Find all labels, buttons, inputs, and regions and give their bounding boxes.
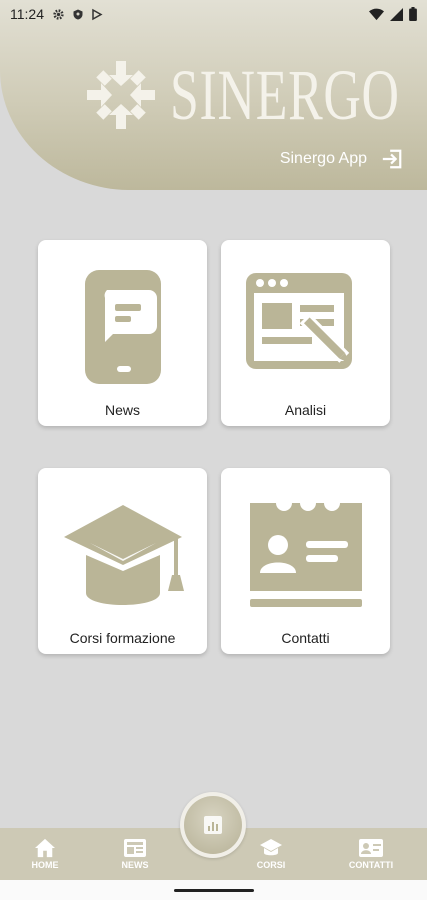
nav-home[interactable]: HOME [5,838,85,870]
gesture-bar [0,880,427,900]
nav-corsi[interactable]: CORSI [231,838,311,870]
corsi-card-label: Corsi formazione [69,630,176,646]
contatti-card[interactable]: Contatti [221,468,390,654]
phone-chat-icon [84,270,161,384]
nav-news-label: NEWS [121,860,149,870]
sinergo-app-login[interactable]: Sinergo App [280,148,403,170]
status-bar: 11:24 [0,0,427,28]
gear-icon [53,8,64,20]
wifi-icon [369,8,384,20]
sinergo-logo: SINERGO [84,58,427,132]
signal-icon [390,7,403,21]
chart-icon [204,816,222,834]
form-pencil-icon [245,273,352,369]
nav-corsi-label: CORSI [256,860,286,870]
gesture-handle[interactable] [174,889,254,892]
nav-contatti-label: CONTATTI [348,860,394,870]
news-card-label: News [104,402,140,418]
shield-icon [73,9,83,19]
corsi-formazione-card[interactable]: Corsi formazione [38,468,207,654]
analisi-card-label: Analisi [284,402,327,418]
newspaper-icon [124,839,146,857]
nav-contatti[interactable]: CONTATTI [331,838,411,870]
fab-inner [184,796,242,854]
center-fab-button[interactable] [180,792,246,858]
logo-text: SINERGO [170,55,400,135]
graduation-cap-icon [63,505,184,605]
app-label: Sinergo App [279,150,367,167]
status-time: 11:24 [10,6,44,22]
login-icon[interactable] [381,148,403,170]
contatti-card-label: Contatti [281,630,330,646]
analisi-card[interactable]: Analisi [221,240,390,426]
nav-news[interactable]: NEWS [95,838,175,870]
nav-home-label: HOME [31,860,59,870]
logo-mark-icon [87,61,155,129]
play-store-icon [92,8,103,20]
home-icon [35,838,55,858]
news-card[interactable]: News [38,240,207,426]
graduation-cap-icon [260,839,282,856]
contact-card-icon [359,839,383,857]
battery-icon [409,7,417,21]
contact-card-icon [249,503,362,607]
